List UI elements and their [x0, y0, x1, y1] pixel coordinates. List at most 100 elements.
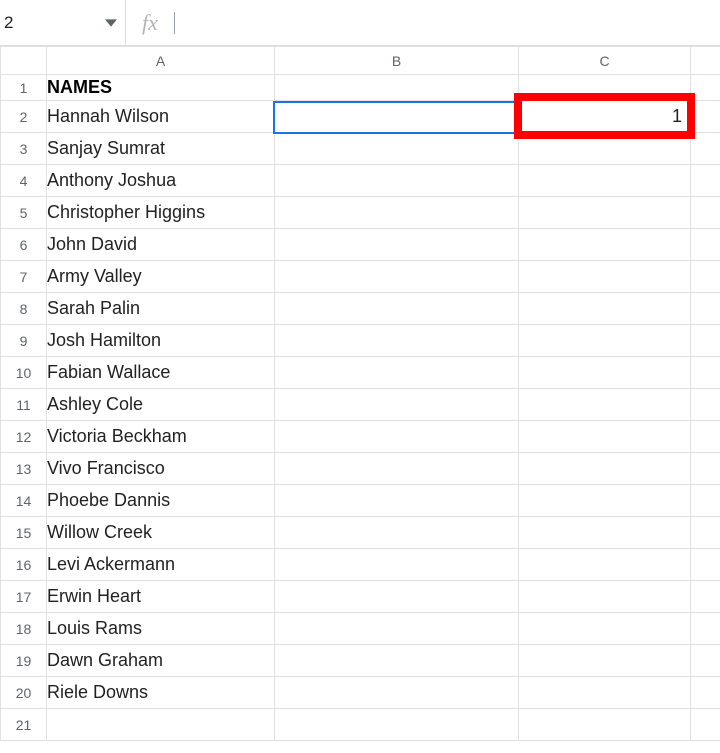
cell-B19[interactable]: [275, 645, 519, 677]
cell-D12[interactable]: [691, 421, 720, 453]
name-box[interactable]: 2: [0, 13, 103, 33]
cell-C9[interactable]: [519, 325, 691, 357]
cell-C10[interactable]: [519, 357, 691, 389]
cell-D17[interactable]: [691, 581, 720, 613]
cell-C6[interactable]: [519, 229, 691, 261]
row-header-20[interactable]: 20: [1, 677, 47, 709]
cell-B7[interactable]: [275, 261, 519, 293]
cell-C1[interactable]: [519, 75, 691, 101]
cell-A12[interactable]: Victoria Beckham: [47, 421, 275, 453]
cell-A20[interactable]: Riele Downs: [47, 677, 275, 709]
cell-B13[interactable]: [275, 453, 519, 485]
cell-C16[interactable]: [519, 549, 691, 581]
cell-D2[interactable]: [691, 101, 720, 133]
row-header-21[interactable]: 21: [1, 709, 47, 741]
cell-B21[interactable]: [275, 709, 519, 741]
cell-D18[interactable]: [691, 613, 720, 645]
cell-C17[interactable]: [519, 581, 691, 613]
cell-A19[interactable]: Dawn Graham: [47, 645, 275, 677]
cell-D10[interactable]: [691, 357, 720, 389]
cell-A5[interactable]: Christopher Higgins: [47, 197, 275, 229]
cell-D11[interactable]: [691, 389, 720, 421]
cell-D20[interactable]: [691, 677, 720, 709]
row-header-16[interactable]: 16: [1, 549, 47, 581]
cell-B16[interactable]: [275, 549, 519, 581]
col-header-B[interactable]: B: [275, 47, 519, 75]
cell-A4[interactable]: Anthony Joshua: [47, 165, 275, 197]
cell-B12[interactable]: [275, 421, 519, 453]
cell-C21[interactable]: [519, 709, 691, 741]
cell-B20[interactable]: [275, 677, 519, 709]
row-header-14[interactable]: 14: [1, 485, 47, 517]
cell-C11[interactable]: [519, 389, 691, 421]
cell-C4[interactable]: [519, 165, 691, 197]
cell-D6[interactable]: [691, 229, 720, 261]
cell-C2[interactable]: 1: [519, 101, 691, 133]
cell-A1[interactable]: NAMES: [47, 75, 275, 101]
row-header-7[interactable]: 7: [1, 261, 47, 293]
row-header-3[interactable]: 3: [1, 133, 47, 165]
cell-D9[interactable]: [691, 325, 720, 357]
grid[interactable]: A B C 1 NAMES 2 Hannah Wilson 1: [0, 46, 720, 741]
row-header-19[interactable]: 19: [1, 645, 47, 677]
cell-A11[interactable]: Ashley Cole: [47, 389, 275, 421]
select-all-corner[interactable]: [1, 47, 47, 75]
cell-C13[interactable]: [519, 453, 691, 485]
row-header-10[interactable]: 10: [1, 357, 47, 389]
cell-C3[interactable]: [519, 133, 691, 165]
row-header-17[interactable]: 17: [1, 581, 47, 613]
formula-input[interactable]: [174, 0, 720, 45]
cell-D8[interactable]: [691, 293, 720, 325]
cell-C15[interactable]: [519, 517, 691, 549]
cell-A3[interactable]: Sanjay Sumrat: [47, 133, 275, 165]
cell-A9[interactable]: Josh Hamilton: [47, 325, 275, 357]
selection-fill-handle[interactable]: [516, 131, 523, 138]
cell-D7[interactable]: [691, 261, 720, 293]
row-header-15[interactable]: 15: [1, 517, 47, 549]
cell-D15[interactable]: [691, 517, 720, 549]
cell-C14[interactable]: [519, 485, 691, 517]
row-header-13[interactable]: 13: [1, 453, 47, 485]
cell-A6[interactable]: John David: [47, 229, 275, 261]
cell-B17[interactable]: [275, 581, 519, 613]
row-header-6[interactable]: 6: [1, 229, 47, 261]
cell-A17[interactable]: Erwin Heart: [47, 581, 275, 613]
cell-D19[interactable]: [691, 645, 720, 677]
cell-A7[interactable]: Army Valley: [47, 261, 275, 293]
cell-C5[interactable]: [519, 197, 691, 229]
cell-C12[interactable]: [519, 421, 691, 453]
cell-A2[interactable]: Hannah Wilson: [47, 101, 275, 133]
cell-B6[interactable]: [275, 229, 519, 261]
cell-D14[interactable]: [691, 485, 720, 517]
col-header-C[interactable]: C: [519, 47, 691, 75]
row-header-11[interactable]: 11: [1, 389, 47, 421]
row-header-18[interactable]: 18: [1, 613, 47, 645]
cell-D21[interactable]: [691, 709, 720, 741]
cell-D1[interactable]: [691, 75, 720, 101]
cell-B1[interactable]: [275, 75, 519, 101]
cell-D13[interactable]: [691, 453, 720, 485]
cell-A10[interactable]: Fabian Wallace: [47, 357, 275, 389]
cell-A13[interactable]: Vivo Francisco: [47, 453, 275, 485]
cell-B4[interactable]: [275, 165, 519, 197]
cell-C8[interactable]: [519, 293, 691, 325]
cell-D3[interactable]: [691, 133, 720, 165]
cell-A21[interactable]: [47, 709, 275, 741]
cell-A18[interactable]: Louis Rams: [47, 613, 275, 645]
cell-B5[interactable]: [275, 197, 519, 229]
cell-B18[interactable]: [275, 613, 519, 645]
cell-B11[interactable]: [275, 389, 519, 421]
cell-C7[interactable]: [519, 261, 691, 293]
cell-C19[interactable]: [519, 645, 691, 677]
cell-D4[interactable]: [691, 165, 720, 197]
cell-D16[interactable]: [691, 549, 720, 581]
cell-A16[interactable]: Levi Ackermann: [47, 549, 275, 581]
cell-C18[interactable]: [519, 613, 691, 645]
row-header-12[interactable]: 12: [1, 421, 47, 453]
row-header-9[interactable]: 9: [1, 325, 47, 357]
cell-A8[interactable]: Sarah Palin: [47, 293, 275, 325]
cell-B9[interactable]: [275, 325, 519, 357]
col-header-D-partial[interactable]: [691, 47, 720, 75]
cell-B8[interactable]: [275, 293, 519, 325]
row-header-5[interactable]: 5: [1, 197, 47, 229]
